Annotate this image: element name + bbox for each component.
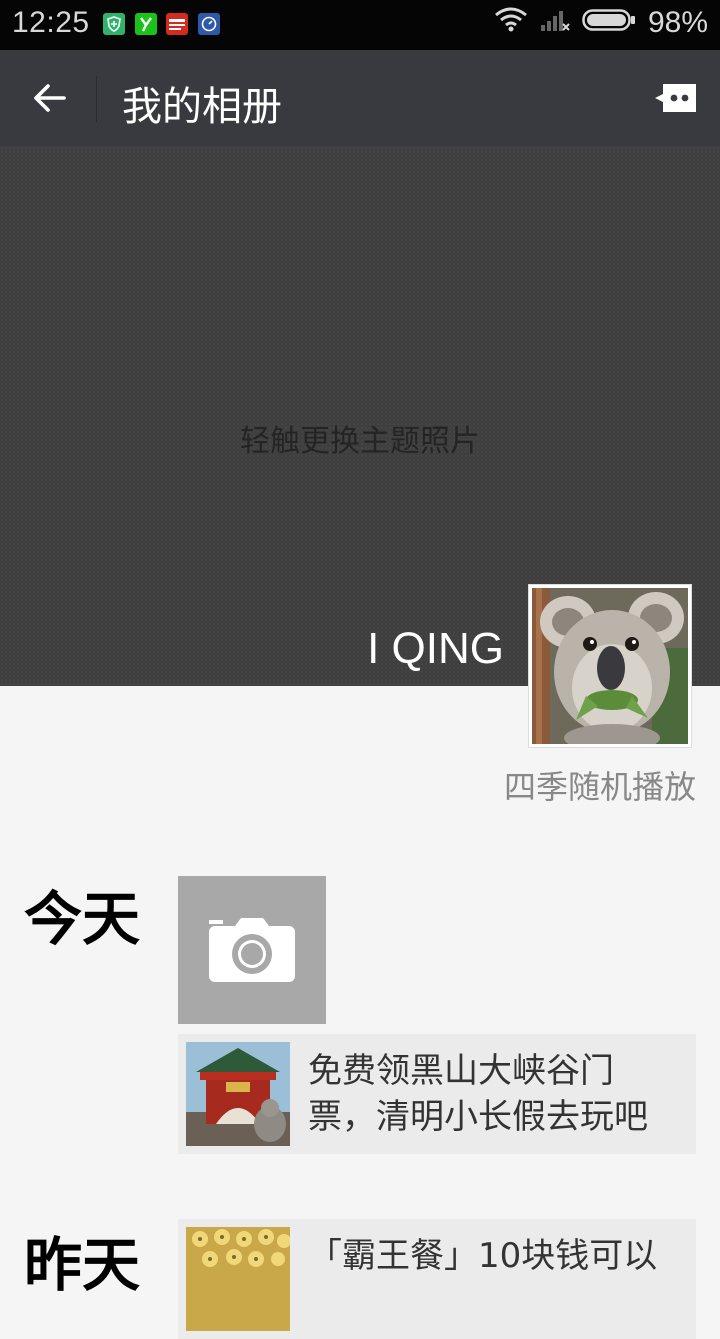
back-button[interactable] [20,70,78,126]
status-time: 12:25 [12,6,90,39]
shared-link-card[interactable]: 免费领黑山大峡谷门票，清明小长假去玩吧 [178,1034,696,1154]
shield-app-icon [103,13,125,35]
share-title-2: 「霸王餐」10块钱可以 [308,1236,658,1276]
day-label-yesterday: 昨天 [24,1231,141,1299]
messages-button[interactable] [646,76,706,120]
wifi-icon [494,6,528,40]
username: I QING [367,624,504,673]
page-title: 我的相册 [122,84,282,130]
arrow-left-icon [34,84,66,112]
nav-bar: 我的相册 [0,50,720,146]
shared-link-card-2[interactable]: 「霸王餐」10块钱可以 [178,1219,696,1339]
battery-percent: 98% [647,6,708,39]
share-title: 免费领黑山大峡谷门票，清明小长假去玩吧 [308,1051,648,1137]
y-app-icon [135,13,157,35]
camera-icon [209,918,295,982]
share-thumbnail-2 [186,1227,290,1331]
battery-icon [582,6,636,40]
status-right: 98% [494,6,708,40]
nav-divider [96,76,97,122]
koala-avatar-image [532,588,688,744]
signal-icon [540,6,570,40]
signature: 四季随机播放 [503,768,696,806]
news-app-icon [166,13,188,35]
status-bar: 12:25 98% [0,0,720,50]
avatar[interactable] [528,584,692,748]
clock-app-icon [198,13,220,35]
post-photo-button[interactable] [178,876,326,1024]
day-label-today: 今天 [24,885,141,953]
share-thumbnail [186,1042,290,1146]
change-cover-hint: 轻触更换主题照片 [240,424,480,459]
message-bubble-icon [655,84,696,112]
